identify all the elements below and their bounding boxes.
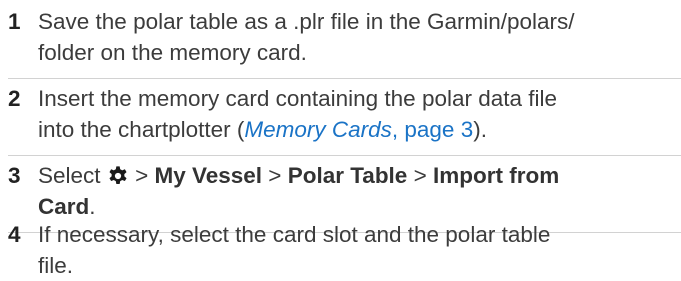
menu-import-from-card-cont: Card (38, 194, 90, 219)
step-divider (8, 155, 681, 156)
step-line: folder on the memory card. (38, 40, 307, 65)
step-text: If necessary, select the card slot and t… (38, 219, 681, 281)
menu-my-vessel: My Vessel (154, 163, 263, 188)
step-number: 4 (8, 222, 21, 247)
gear-icon (109, 166, 127, 184)
menu-separator: > (407, 163, 433, 188)
memory-cards-link[interactable]: Memory Cards, page 3 (244, 117, 473, 142)
menu-import-from-card: Import from (432, 163, 560, 188)
step-line: into the chartplotter (Memory Cards, pag… (38, 114, 681, 145)
step-number: 1 (8, 9, 21, 34)
menu-separator: > (128, 163, 155, 188)
step-line: Insert the memory card containing the po… (38, 86, 558, 111)
step-text: Insert the memory card containing the po… (38, 83, 681, 145)
step-divider (8, 78, 681, 79)
link-title[interactable]: Memory Cards (244, 117, 392, 142)
step-text: Save the polar table as a .plr file in t… (38, 6, 681, 68)
step-line: Save the polar table as a .plr file in t… (38, 9, 575, 34)
step-number: 3 (8, 163, 21, 188)
instruction-steps: 1 Save the polar table as a .plr file in… (0, 0, 681, 280)
select-word: Select (38, 163, 101, 188)
menu-separator: > (262, 163, 288, 188)
step-line: If necessary, select the card slot and t… (38, 222, 551, 247)
step-line: Card. (38, 191, 681, 222)
step-text: Select > My Vessel > Polar Table > Impor… (38, 160, 681, 222)
step-line: Select > My Vessel > Polar Table > Impor… (38, 160, 681, 191)
step-text-fragment: ). (473, 117, 487, 142)
step-line: file. (38, 253, 74, 278)
step-number: 2 (8, 86, 21, 111)
step-text-fragment: into the chartplotter ( (38, 117, 245, 142)
menu-polar-table: Polar Table (287, 163, 408, 188)
link-page[interactable]: , page 3 (392, 117, 473, 142)
step-period: . (89, 194, 96, 219)
